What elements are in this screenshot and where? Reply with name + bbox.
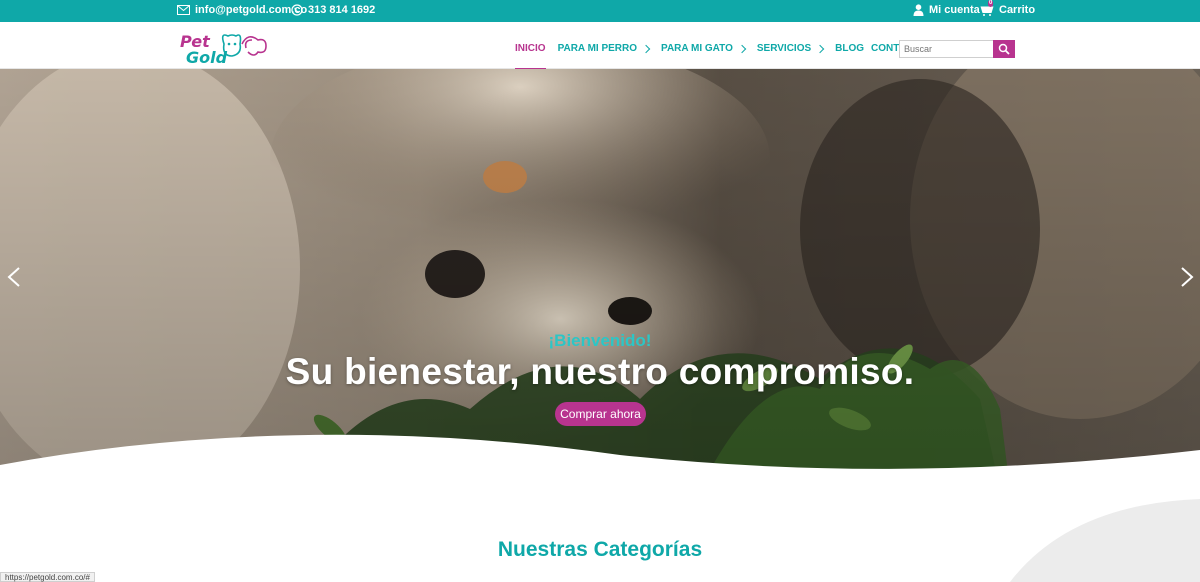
nav-servicios-label: SERVICIOS — [756, 43, 812, 54]
email-link[interactable]: info@petgold.com.co — [177, 4, 307, 16]
hero-wave-divider — [0, 434, 1200, 500]
nav-inicio[interactable]: INICIO — [515, 43, 546, 70]
search-icon — [998, 43, 1010, 55]
cart-count-badge: 0 — [988, 0, 994, 7]
categories-title: Nuestras Categorías — [497, 538, 703, 561]
whatsapp-icon — [291, 4, 303, 16]
nav-blog-label: BLOG — [835, 43, 865, 54]
main-nav: INICIO PARA MI PERRO PARA MI GATO SERVIC… — [515, 43, 939, 70]
chevron-right-icon — [815, 44, 825, 53]
phone-text: 313 814 1692 — [308, 4, 376, 16]
hero-welcome: ¡Bienvenido! — [548, 331, 652, 350]
top-contact-bar: info@petgold.com.co 313 814 1692 Mi cuen… — [0, 0, 1200, 22]
account-label: Mi cuenta — [929, 4, 980, 16]
search-box — [899, 40, 1016, 58]
nav-para-mi-gato-label: PARA MI GATO — [661, 43, 733, 54]
nav-para-mi-gato[interactable]: PARA MI GATO — [661, 43, 747, 54]
nav-blog[interactable]: BLOG — [835, 43, 864, 54]
slider-next-arrow-icon[interactable] — [1180, 267, 1194, 287]
petgold-logo[interactable]: Pet Gold — [178, 30, 270, 67]
user-icon — [913, 4, 924, 16]
mail-icon — [177, 5, 190, 15]
hero-photo-cat-and-dog — [0, 69, 1200, 489]
whatsapp-link[interactable]: 313 814 1692 — [291, 4, 375, 16]
search-button[interactable] — [993, 40, 1015, 58]
search-input[interactable] — [899, 40, 993, 58]
browser-status-url: https://petgold.com.co/# — [0, 572, 95, 582]
shop-now-button[interactable]: Comprar ahora — [555, 402, 646, 426]
cart-label: Carrito — [999, 4, 1036, 16]
hero-slider: ¡Bienvenido! Su bienestar, nuestro compr… — [0, 69, 1200, 489]
site-header: Pet Gold INICIO PARA MI PERRO PARA MI GA… — [0, 22, 1200, 70]
chevron-right-icon — [641, 44, 651, 53]
nav-para-mi-perro-label: PARA MI PERRO — [557, 43, 638, 54]
pet-outline-icon — [221, 34, 267, 57]
slider-prev-arrow-icon[interactable] — [7, 267, 21, 287]
nav-inicio-label: INICIO — [515, 43, 546, 54]
cart-link[interactable]: 0 Carrito — [980, 0, 1036, 16]
hero-headline: Su bienestar, nuestro compromiso. — [285, 351, 915, 392]
nav-para-mi-perro[interactable]: PARA MI PERRO — [557, 43, 651, 54]
cart-icon: 0 — [980, 0, 994, 16]
nav-servicios[interactable]: SERVICIOS — [756, 43, 825, 54]
chevron-right-icon — [737, 44, 747, 53]
account-link[interactable]: Mi cuenta — [913, 4, 980, 16]
